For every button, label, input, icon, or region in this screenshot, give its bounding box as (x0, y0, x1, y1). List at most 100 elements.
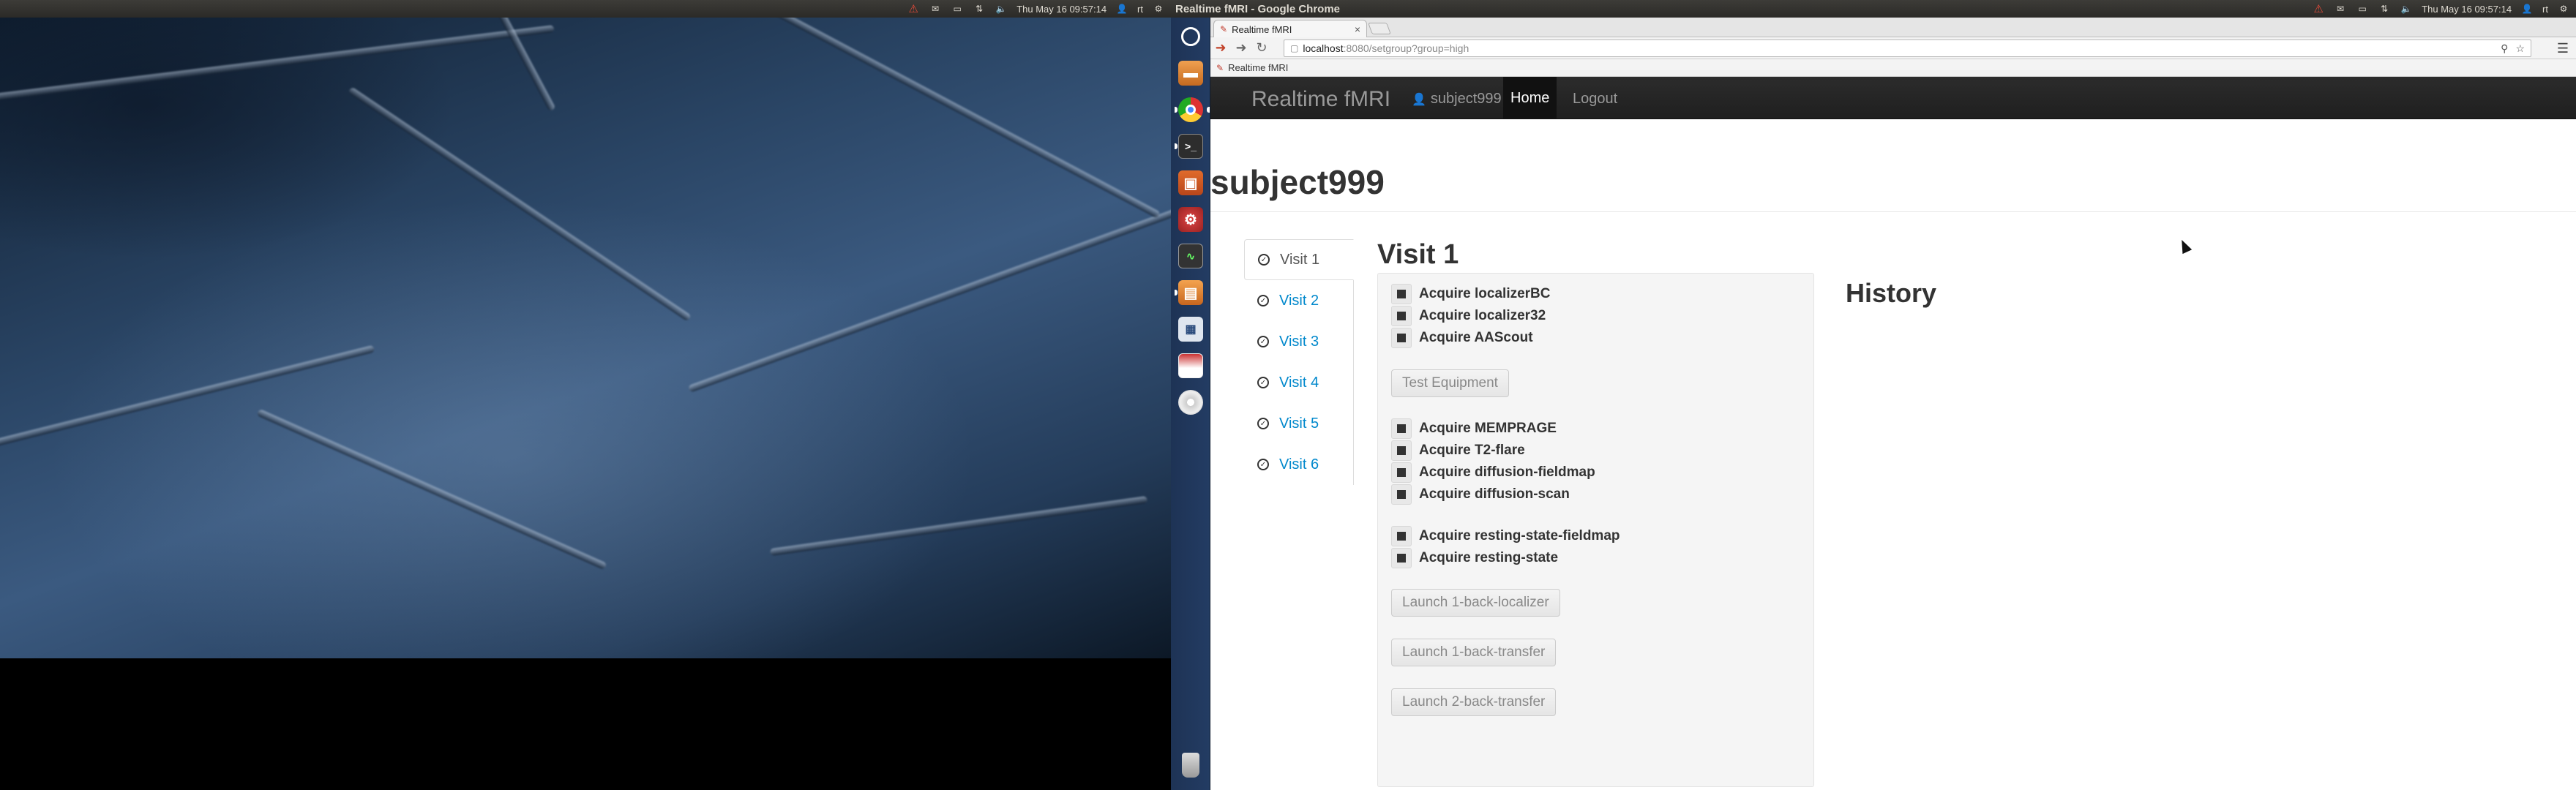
nav-user[interactable]: 👤 subject999 (1412, 91, 1502, 108)
bookmark-item[interactable]: Realtime fMRI (1228, 62, 1288, 73)
user-icon: 👤 (2521, 4, 2533, 14)
favicon-icon: ✎ (1220, 24, 1228, 34)
network-icon[interactable]: ⇅ (2378, 4, 2391, 14)
dash-icon[interactable] (1175, 20, 1207, 53)
network-icon[interactable]: ⇅ (973, 4, 986, 14)
user-name[interactable]: rt (1137, 4, 1143, 15)
page-title: subject999 (1210, 163, 1385, 201)
visit-label: Visit 5 (1279, 415, 1319, 432)
session-gear-icon[interactable]: ⚙ (1152, 4, 1165, 14)
step-checkbox[interactable] (1391, 484, 1412, 505)
new-tab-button[interactable] (1368, 23, 1391, 34)
step-checkbox[interactable] (1391, 306, 1412, 326)
step-item[interactable]: Acquire T2-flare (1391, 440, 1525, 461)
step-checkbox[interactable] (1391, 328, 1412, 348)
step-label: Acquire AAScout (1419, 330, 1533, 345)
chrome-menu-icon[interactable]: ☰ (2554, 40, 2572, 57)
bookmark-star-icon[interactable]: ☆ (2515, 42, 2525, 55)
address-bar[interactable]: ▢ localhost :8080/setgroup?group=high ⚲ … (1284, 40, 2531, 57)
step-item[interactable]: Acquire diffusion-fieldmap (1391, 462, 1595, 483)
terminal-icon[interactable]: >_ (1175, 130, 1207, 162)
step-label: Acquire diffusion-fieldmap (1419, 464, 1595, 480)
visit-label: Visit 4 (1279, 374, 1319, 391)
step-item[interactable]: Acquire resting-state-fieldmap (1391, 526, 1620, 546)
tab-title: Realtime fMRI (1232, 23, 1292, 35)
page-icon: ▢ (1290, 43, 1299, 53)
chrome-icon[interactable] (1175, 94, 1210, 126)
close-tab-icon[interactable]: × (1355, 23, 1360, 35)
visit-label: Visit 1 (1280, 251, 1320, 268)
check-circle-icon: ✓ (1257, 295, 1269, 306)
visit-label: Visit 2 (1279, 292, 1319, 309)
tab-visit-4[interactable]: ✓ Visit 4 (1244, 362, 1354, 403)
launch-1-back-transfer-button[interactable]: Launch 1-back-transfer (1391, 639, 1557, 666)
files-icon[interactable]: ▬ (1175, 57, 1207, 89)
step-item[interactable]: Acquire diffusion-scan (1391, 484, 1570, 505)
top-panel-right: Realtime fMRI - Google Chrome ⚠ ✉ ▭ ⇅ 🔈 … (1171, 0, 2576, 18)
clock[interactable]: Thu May 16 09:57:14 (1016, 4, 1107, 15)
step-label: Acquire resting-state (1419, 550, 1559, 565)
step-item[interactable]: Acquire MEMPRAGE (1391, 418, 1557, 439)
clock[interactable]: Thu May 16 09:57:14 (2422, 4, 2512, 15)
tab-visit-5[interactable]: ✓ Visit 5 (1244, 403, 1354, 444)
remote-desktop-icon[interactable]: ▦ (1175, 313, 1207, 345)
test-equipment-button[interactable]: Test Equipment (1391, 369, 1509, 397)
nav-logout[interactable]: Logout (1573, 91, 1617, 108)
check-circle-icon: ✓ (1257, 418, 1269, 429)
navbar: Realtime fMRI 👤 subject999 Home Logout (1210, 77, 2576, 119)
trash-icon[interactable] (1175, 749, 1207, 781)
step-item[interactable]: Acquire AAScout (1391, 328, 1533, 348)
panel-indicators-right: ⚠ ✉ ▭ ⇅ 🔈 Thu May 16 09:57:14 👤 rt ⚙ (2312, 0, 2570, 18)
step-checkbox[interactable] (1391, 462, 1412, 483)
tab-visit-3[interactable]: ✓ Visit 3 (1244, 321, 1354, 362)
search-icon[interactable]: ⚲ (2501, 42, 2508, 55)
step-label: Acquire T2-flare (1419, 443, 1525, 458)
tab-visit-2[interactable]: ✓ Visit 2 (1244, 280, 1354, 321)
user-icon: 👤 (1116, 4, 1128, 14)
battery-icon[interactable]: ▭ (951, 4, 964, 14)
step-label: Acquire localizerBC (1419, 286, 1551, 301)
tab-strip: ✎ Realtime fMRI × (1210, 18, 2576, 38)
volume-icon[interactable]: 🔈 (995, 4, 1008, 14)
left-monitor: ⚠ ✉ ▭ ⇅ 🔈 Thu May 16 09:57:14 👤 rt ⚙ (0, 0, 1171, 790)
warning-icon[interactable]: ⚠ (2312, 3, 2325, 15)
browser-toolbar: ➜ ➜ ↻ ▢ localhost :8080/setgroup?group=h… (1210, 37, 2576, 59)
launch-2-back-transfer-button[interactable]: Launch 2-back-transfer (1391, 688, 1557, 716)
user-icon: 👤 (1412, 93, 1426, 106)
warning-icon[interactable]: ⚠ (907, 3, 920, 15)
archive-icon[interactable]: ▤ (1175, 276, 1207, 309)
session-gear-icon[interactable]: ⚙ (2557, 4, 2570, 14)
mail-icon[interactable]: ✉ (929, 4, 942, 14)
step-checkbox[interactable] (1391, 548, 1412, 568)
settings-icon[interactable]: ⚙ (1175, 203, 1207, 236)
step-checkbox[interactable] (1391, 526, 1412, 546)
bookmarks-bar: ✎ Realtime fMRI (1210, 59, 2576, 77)
step-checkbox[interactable] (1391, 284, 1412, 304)
visit-label: Visit 6 (1279, 456, 1319, 473)
nav-home[interactable]: Home (1503, 77, 1557, 119)
step-item[interactable]: Acquire localizerBC (1391, 284, 1551, 304)
launch-1-back-localizer-button[interactable]: Launch 1-back-localizer (1391, 589, 1560, 617)
presentation-icon[interactable] (1175, 350, 1207, 382)
system-monitor-icon[interactable]: ∿ (1175, 240, 1207, 272)
top-panel-left: ⚠ ✉ ▭ ⇅ 🔈 Thu May 16 09:57:14 👤 rt ⚙ (0, 0, 1171, 18)
browser-tab[interactable]: ✎ Realtime fMRI × (1213, 20, 1367, 38)
brand-link[interactable]: Realtime fMRI (1251, 87, 1390, 112)
divider (1210, 211, 2576, 212)
user-name[interactable]: rt (2542, 4, 2548, 15)
dvd-icon[interactable] (1175, 386, 1207, 418)
volume-icon[interactable]: 🔈 (2400, 4, 2413, 14)
step-item[interactable]: Acquire localizer32 (1391, 306, 1546, 326)
software-center-icon[interactable]: ▣ (1175, 167, 1207, 199)
tab-visit-1[interactable]: ✓ Visit 1 (1244, 239, 1354, 280)
battery-icon[interactable]: ▭ (2356, 4, 2369, 14)
step-checkbox[interactable] (1391, 418, 1412, 439)
reload-icon[interactable]: ↻ (1251, 40, 1272, 57)
back-arrow-icon[interactable]: ➜ (1210, 40, 1231, 57)
check-circle-icon: ✓ (1258, 254, 1270, 266)
tab-visit-6[interactable]: ✓ Visit 6 (1244, 444, 1354, 485)
step-checkbox[interactable] (1391, 440, 1412, 461)
mail-icon[interactable]: ✉ (2334, 4, 2347, 14)
forward-arrow-icon[interactable]: ➜ (1231, 40, 1251, 57)
step-item[interactable]: Acquire resting-state (1391, 548, 1558, 568)
